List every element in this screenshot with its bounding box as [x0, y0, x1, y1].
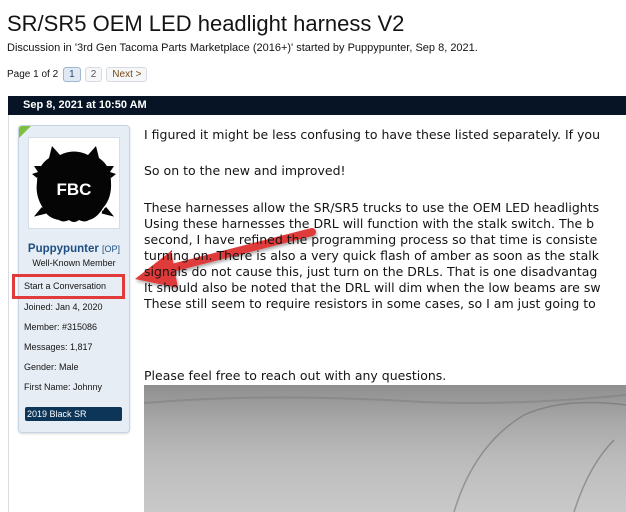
thread-title: SR/SR5 OEM LED headlight harness V2 [7, 11, 405, 36]
thread-meta: Discussion in '3rd Gen Tacoma Parts Mark… [7, 42, 478, 54]
post-date-header: Sep 8, 2021 at 10:50 AM [8, 96, 626, 115]
user-first-name: First Name: Johnny [24, 382, 103, 392]
page-1-link[interactable]: 1 [63, 67, 81, 82]
user-title: Well-Known Member [32, 258, 116, 268]
message-line: turning on. There is also a very quick f… [144, 248, 599, 263]
avatar[interactable]: FBC [28, 137, 120, 229]
message-line: These harnesses allow the SR/SR5 trucks … [144, 200, 600, 215]
post-image-content [144, 394, 626, 512]
user-messages: Messages: 1,817 [24, 342, 93, 352]
next-page-link[interactable]: Next > [106, 67, 148, 82]
user-member-number: Member: #315086 [24, 322, 98, 332]
username[interactable]: Puppypunter [OP] [19, 243, 129, 255]
message-line: signals do not cause this, just turn on … [144, 264, 598, 279]
message-line: second, I have refined the programming p… [144, 232, 598, 247]
message-line: So on to the new and improved! [144, 163, 346, 178]
page-2-link[interactable]: 2 [84, 67, 103, 82]
avatar-text: FBC [57, 180, 92, 199]
page-navigation: Page 1 of 2 1 2 Next > [7, 67, 148, 82]
truck-badge: 2019 Black SR [25, 407, 122, 421]
username-text[interactable]: Puppypunter [28, 243, 99, 255]
user-gender: Gender: Male [24, 362, 79, 372]
message-line: I figured it might be less confusing to … [144, 127, 600, 142]
pomeranian-silhouette-icon: FBC [32, 146, 116, 222]
user-joined: Joined: Jan 4, 2020 [24, 302, 103, 312]
post-image[interactable] [144, 385, 626, 512]
message-line: These still seem to require resistors in… [144, 296, 596, 311]
op-tag: [OP] [102, 244, 121, 254]
message-line: It should also be noted that the DRL wil… [144, 280, 601, 295]
annotation-highlight-box [12, 274, 125, 299]
message-line: Please feel free to reach out with any q… [144, 368, 447, 383]
message-line: Using these harnesses the DRL will funct… [144, 216, 595, 231]
page-count-label: Page 1 of 2 [7, 69, 59, 80]
